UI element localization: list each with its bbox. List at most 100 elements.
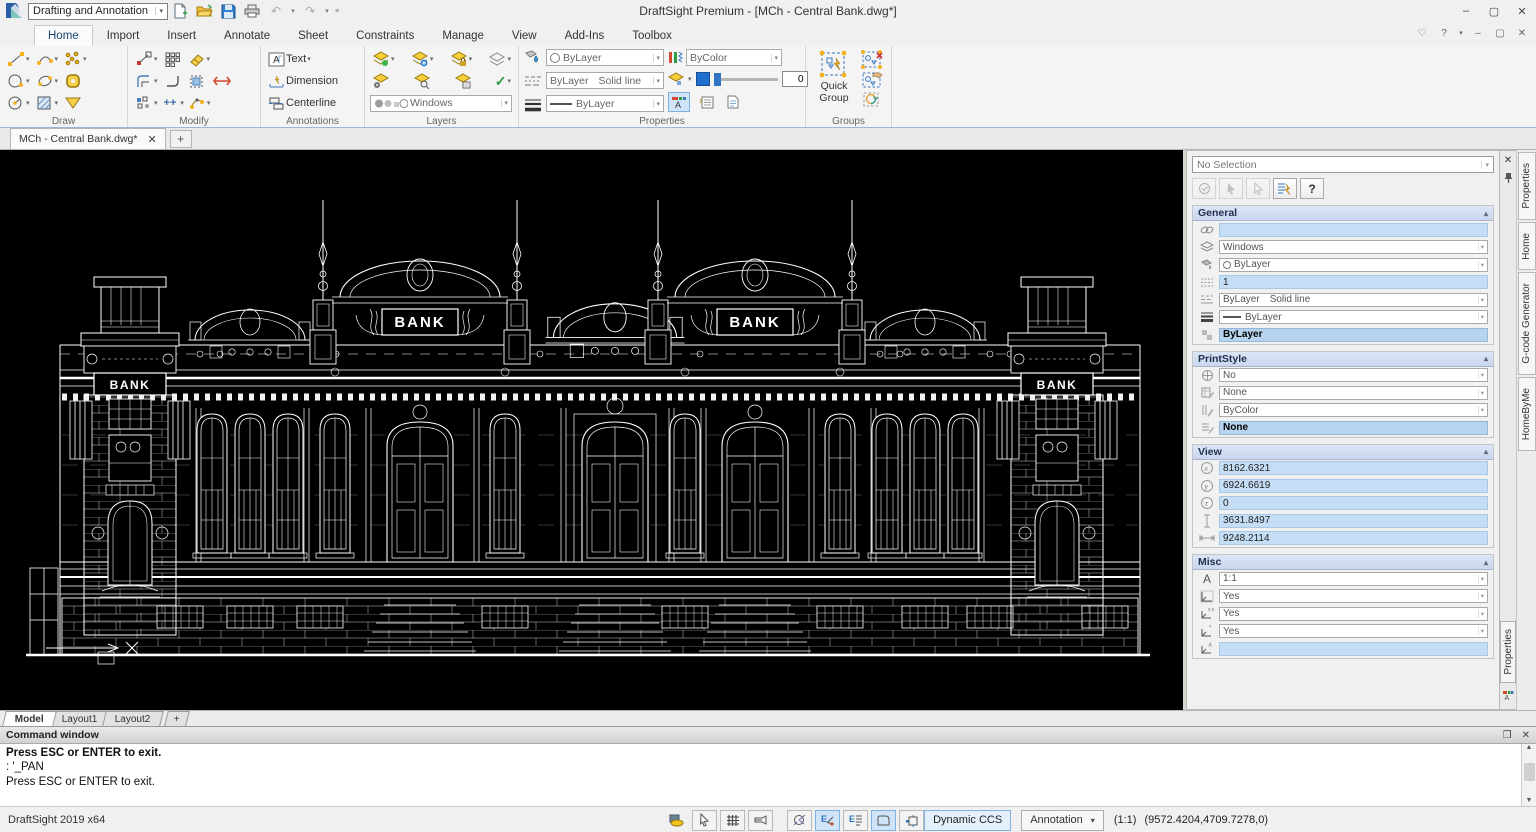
centerline-tool-button[interactable]: Centerline — [266, 93, 338, 114]
drawing-canvas[interactable]: BANK BANK BANK BANK — [0, 150, 1183, 710]
document-tab[interactable]: MCh - Central Bank.dwg* ✕ — [10, 128, 166, 149]
pattern-tool-button[interactable] — [162, 49, 184, 70]
section-header-misc[interactable]: Misc▴ — [1193, 555, 1493, 570]
quick-input-toggle[interactable] — [899, 810, 924, 831]
command-history[interactable]: Press ESC or ENTER to exit. : '_PAN Pres… — [0, 744, 1521, 806]
tab-addins[interactable]: Add-Ins — [551, 25, 619, 46]
tab-layout2[interactable]: Layout2 — [103, 711, 164, 726]
rail-tab-gcode-generator[interactable]: G-code Generator — [1518, 272, 1536, 375]
command-scrollbar[interactable]: ▲ ▼ — [1521, 744, 1536, 806]
tab-toolbox[interactable]: Toolbox — [618, 25, 686, 46]
view-center-x-field[interactable]: 8162.6321 — [1219, 461, 1488, 475]
scroll-down-icon[interactable]: ▼ — [1526, 797, 1533, 804]
text-tool-button[interactable]: AText▾ — [266, 49, 313, 70]
bycolor-combo[interactable]: ByColor▾ — [686, 49, 782, 66]
undo-button[interactable]: ↶ — [264, 1, 288, 21]
layer-preview-button[interactable] — [411, 71, 433, 92]
printstyle-table-field[interactable]: None▾ — [1219, 386, 1488, 400]
panel-help-button[interactable]: ? — [1300, 178, 1324, 199]
section-header-general[interactable]: General▴ — [1193, 206, 1493, 221]
select-matching-button[interactable] — [1192, 178, 1216, 199]
view-center-y-field[interactable]: 6924.6619 — [1219, 479, 1488, 493]
layer-field[interactable]: Windows▾ — [1219, 240, 1488, 254]
minimize-button[interactable]: – — [1452, 1, 1480, 21]
esnap-toggle[interactable]: E — [815, 810, 840, 831]
transparency-value-field[interactable]: 0 — [782, 71, 808, 87]
polar-toggle[interactable] — [787, 810, 812, 831]
scroll-up-icon[interactable]: ▲ — [1526, 744, 1533, 751]
ccs-name-field[interactable] — [1219, 642, 1488, 656]
revision-cloud-tool-button[interactable] — [62, 93, 84, 114]
layer-settings-button[interactable] — [370, 71, 392, 92]
section-header-printstyle[interactable]: PrintStyle▴ — [1193, 352, 1493, 367]
scale-tool-button[interactable] — [186, 71, 208, 92]
printstyle-none-field[interactable]: None — [1219, 421, 1488, 435]
dimension-tool-button[interactable]: Dimension — [266, 71, 340, 92]
fillet-tool-button[interactable]: ▾ — [133, 71, 160, 92]
tab-insert[interactable]: Insert — [153, 25, 210, 46]
edit-group-button[interactable] — [861, 70, 885, 90]
undo-dropdown[interactable]: ▾ — [288, 7, 298, 15]
layer-sheet-button[interactable] — [452, 71, 474, 92]
layers-manager-button[interactable]: ▾ — [486, 49, 513, 70]
child-close-button[interactable]: ✕ — [1512, 24, 1532, 42]
ccs-symbol-field[interactable]: Yes▾ — [1219, 589, 1488, 603]
point-tool-button[interactable]: ▾ — [62, 49, 89, 70]
grid-toggle[interactable] — [720, 810, 745, 831]
tab-constraints[interactable]: Constraints — [342, 25, 428, 46]
close-document-icon[interactable]: ✕ — [147, 133, 156, 146]
open-file-button[interactable] — [192, 1, 216, 21]
rail-tab-homebyme[interactable]: HomeByMe — [1518, 377, 1536, 451]
feedback-heart-icon[interactable]: ♡ — [1412, 24, 1432, 42]
transparency-layer-icon[interactable] — [668, 72, 684, 86]
help-dropdown[interactable]: ▾ — [1456, 24, 1466, 42]
deselect-button[interactable] — [1246, 178, 1270, 199]
trim-tool-button[interactable] — [162, 71, 184, 92]
ccs-all-field[interactable]: Yes▾ — [1219, 624, 1488, 638]
linetype-field[interactable]: ByLayerSolid line▾ — [1219, 293, 1488, 307]
layer-combo[interactable]: Windows ▾ — [370, 95, 512, 112]
annotation-scale-toggle[interactable]: A — [668, 92, 690, 112]
quick-select-button[interactable] — [1273, 178, 1297, 199]
line-color-field[interactable]: ByLayer▾ — [1219, 258, 1488, 272]
view-width-field[interactable]: 9248.2114 — [1219, 531, 1488, 545]
rail-tab-properties[interactable]: Properties — [1518, 152, 1536, 220]
printstyle-field[interactable]: No▾ — [1219, 368, 1488, 382]
redo-button[interactable]: ↷ — [298, 1, 322, 21]
child-minimize-button[interactable]: – — [1468, 24, 1488, 42]
view-height-field[interactable]: 3631.8497 — [1219, 514, 1488, 528]
close-button[interactable]: ✕ — [1508, 1, 1536, 21]
new-document-tab-button[interactable]: + — [170, 130, 192, 148]
redo-dropdown[interactable]: ▾ — [322, 7, 332, 15]
help-button[interactable]: ? — [1434, 24, 1454, 42]
tab-manage[interactable]: Manage — [428, 25, 498, 46]
bottom-properties-tab[interactable]: Properties — [1500, 621, 1516, 683]
view-center-z-field[interactable]: 0 — [1219, 496, 1488, 510]
transparency-field[interactable]: ByLayer — [1219, 328, 1488, 342]
ccs-origin-field[interactable]: Yes▾ — [1219, 607, 1488, 621]
property-painter-icon[interactable] — [524, 50, 542, 65]
stretch-tool-button[interactable] — [210, 71, 234, 92]
section-header-view[interactable]: View▴ — [1193, 445, 1493, 460]
line-tool-button[interactable]: ▾ — [5, 49, 32, 70]
move-tool-button[interactable]: ▾ — [133, 49, 160, 70]
activate-layer-button[interactable]: ✓▾ — [493, 71, 513, 92]
hyperlink-field[interactable] — [1219, 223, 1488, 237]
annotation-scale-combo[interactable]: Annotation ▾ — [1021, 810, 1104, 831]
close-panel-icon[interactable]: ✕ — [1522, 730, 1530, 741]
arc-tool-button[interactable]: ▾ — [34, 49, 61, 70]
transparency-slider[interactable] — [714, 78, 778, 81]
line-style-combo[interactable]: ByLayerSolid line▾ — [546, 72, 664, 89]
ungroup-button[interactable] — [861, 50, 885, 70]
tab-view[interactable]: View — [498, 25, 551, 46]
customize-quick-access-button[interactable]: ≡ — [332, 8, 342, 15]
draw-order-button[interactable] — [664, 810, 689, 831]
annotation-scale-field[interactable]: 1:1▾ — [1219, 572, 1488, 586]
tab-layout1[interactable]: Layout1 — [49, 711, 110, 726]
tab-sheet[interactable]: Sheet — [284, 25, 342, 46]
erase-tool-button[interactable]: ▾ — [186, 49, 213, 70]
palette-close-icon[interactable]: ✕ — [1504, 155, 1512, 166]
lock-layer-button[interactable]: ▾ — [448, 49, 475, 70]
scroll-thumb[interactable] — [1524, 763, 1535, 781]
workspace-selector[interactable]: Drafting and Annotation ▾ — [28, 3, 168, 20]
